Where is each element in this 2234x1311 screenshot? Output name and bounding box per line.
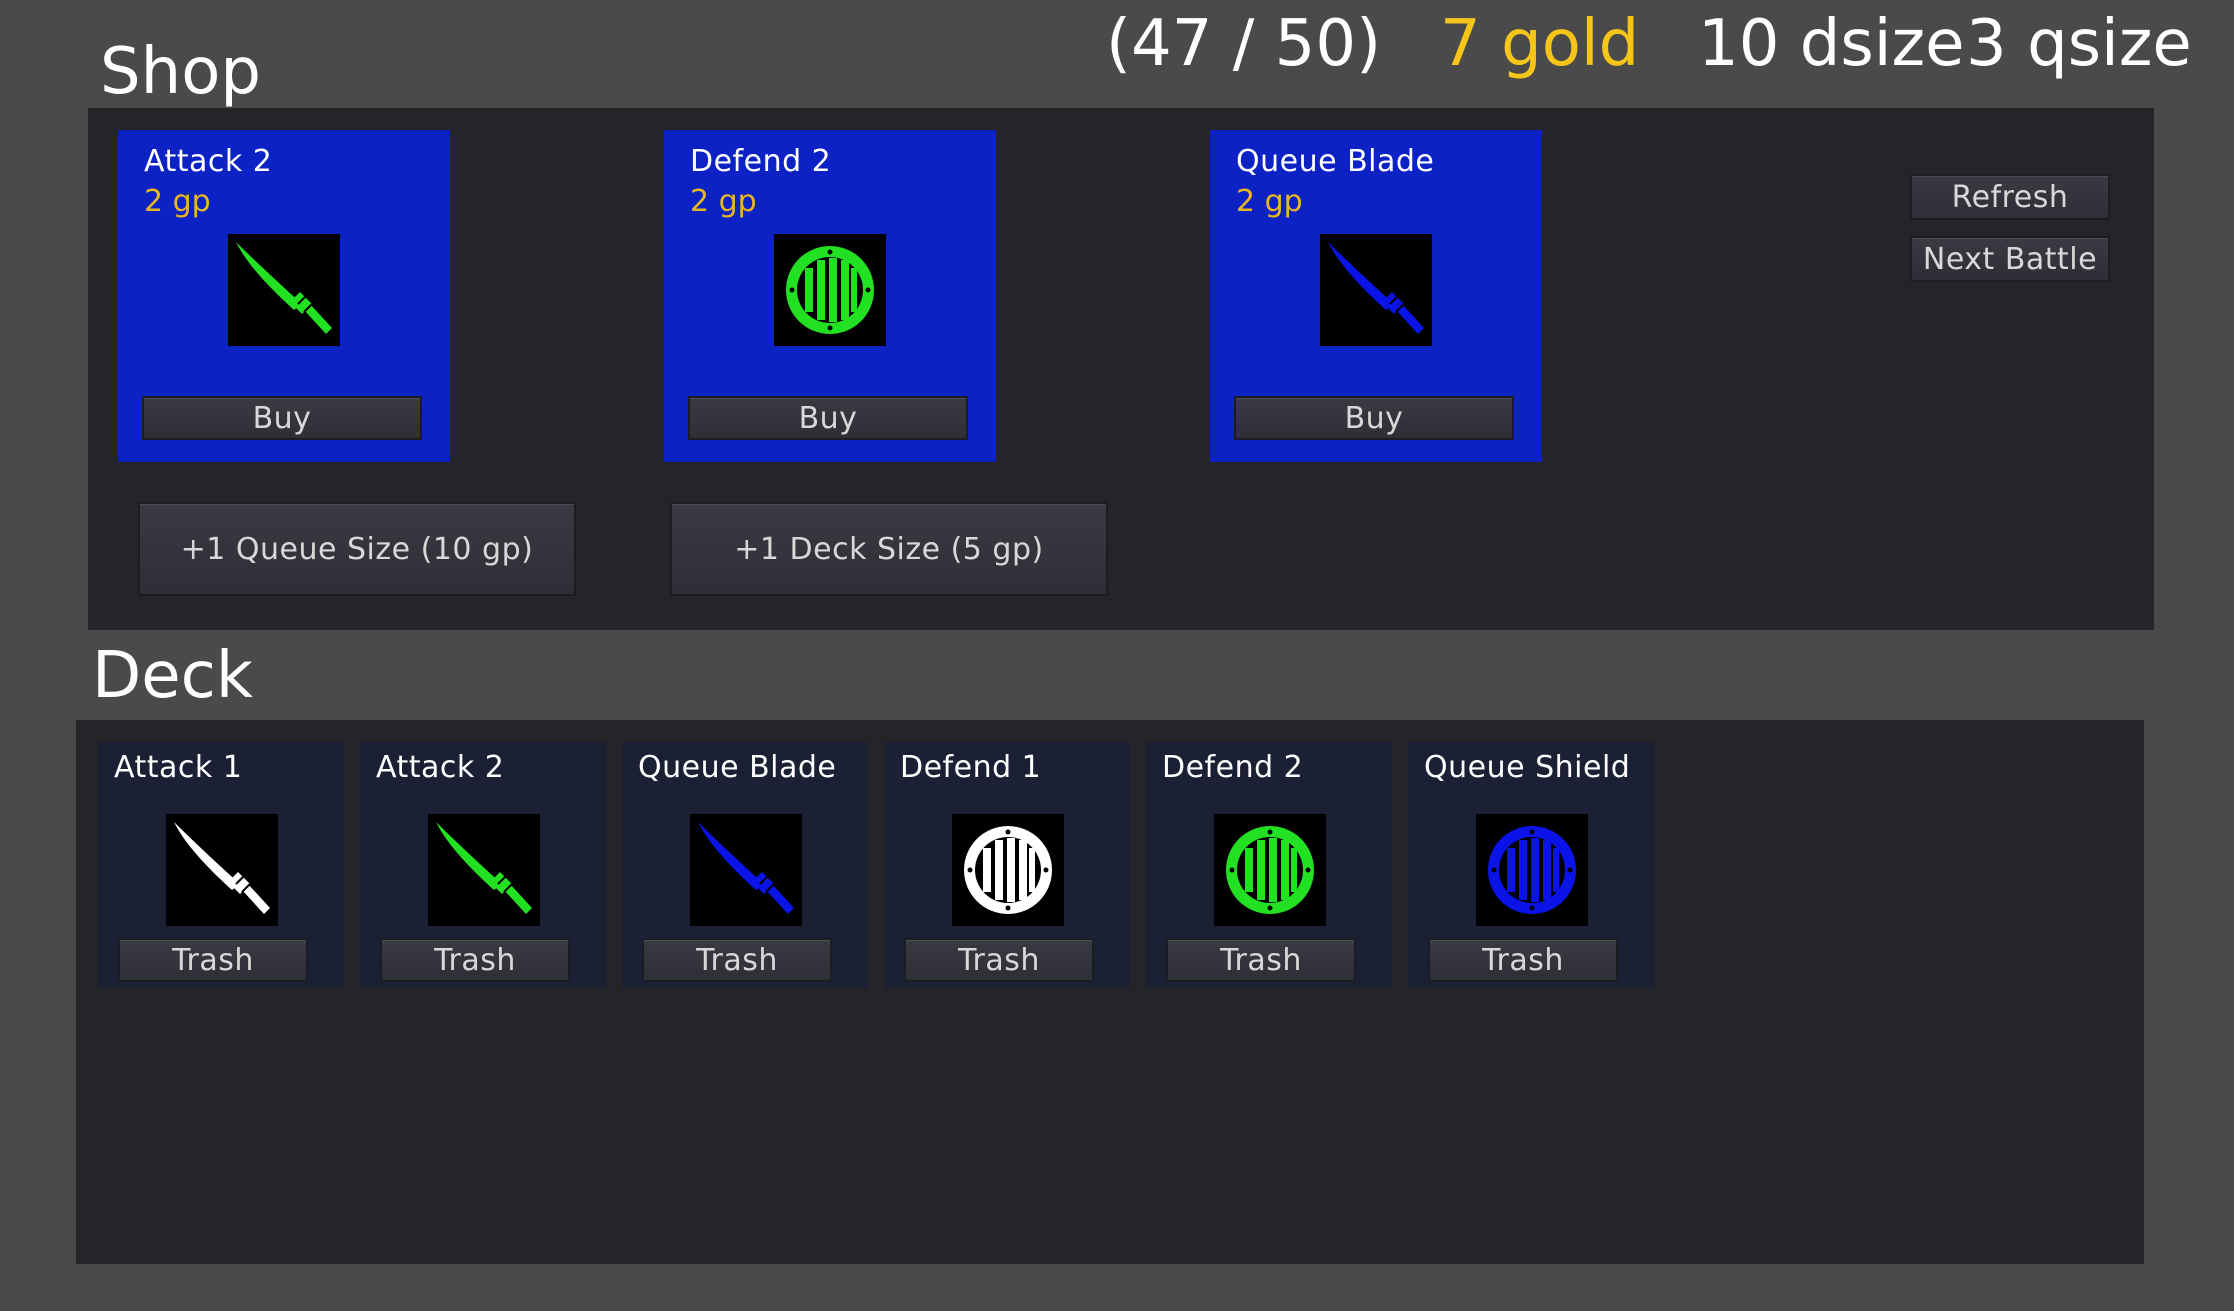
trash-button-label: Trash (1220, 942, 1302, 978)
trash-button-label: Trash (1482, 942, 1564, 978)
trash-button-label: Trash (958, 942, 1040, 978)
next-battle-button-label: Next Battle (1922, 241, 2098, 277)
trash-button[interactable]: Trash (1166, 938, 1356, 982)
sword-icon (690, 814, 802, 926)
deck-size-upgrade-label: +1 Deck Size (5 gp) (734, 531, 1044, 567)
shield-icon (1214, 814, 1326, 926)
shop-card-name: Attack 2 (144, 144, 273, 179)
trash-button[interactable]: Trash (118, 938, 308, 982)
buy-button[interactable]: Buy (688, 396, 968, 440)
deck-card-attack-2: Attack 2 Trash (360, 742, 606, 988)
refresh-button-label: Refresh (1951, 179, 2069, 215)
shop-card-price: 2 gp (144, 184, 211, 219)
next-battle-button[interactable]: Next Battle (1910, 236, 2110, 282)
deck-card-defend-2: Defend 2 Trash (1146, 742, 1392, 988)
shield-icon (1476, 814, 1588, 926)
trash-button-label: Trash (434, 942, 516, 978)
refresh-button[interactable]: Refresh (1910, 174, 2110, 220)
sword-icon (166, 814, 278, 926)
gold-counter: 7 gold (1440, 7, 1640, 81)
deck-card-name: Attack 2 (376, 750, 505, 785)
trash-button[interactable]: Trash (904, 938, 1094, 982)
shop-card-name: Queue Blade (1236, 144, 1435, 179)
deck-card-queue-blade: Queue Blade Trash (622, 742, 868, 988)
shop-title: Shop (100, 35, 261, 109)
shop-card-name: Defend 2 (690, 144, 832, 179)
trash-button-label: Trash (172, 942, 254, 978)
deck-card-name: Attack 1 (114, 750, 243, 785)
buy-button-label: Buy (798, 400, 858, 436)
buy-button[interactable]: Buy (142, 396, 422, 440)
score-progress: (47 / 50) (1106, 7, 1382, 81)
queue-size-upgrade-button[interactable]: +1 Queue Size (10 gp) (138, 502, 576, 596)
deck-card-name: Defend 2 (1162, 750, 1304, 785)
deck-card-name: Defend 1 (900, 750, 1042, 785)
trash-button-label: Trash (696, 942, 778, 978)
deck-card-name: Queue Shield (1424, 750, 1631, 785)
shop-card-price: 2 gp (690, 184, 757, 219)
trash-button[interactable]: Trash (642, 938, 832, 982)
deck-card-queue-shield: Queue Shield Trash (1408, 742, 1654, 988)
shop-card-queue-blade: Queue Blade 2 gp Buy (1210, 130, 1542, 462)
deck-card-attack-1: Attack 1 Trash (98, 742, 344, 988)
shop-panel: Attack 2 2 gp Buy Defend 2 2 gp Buy Queu… (88, 108, 2154, 630)
deck-card-name: Queue Blade (638, 750, 837, 785)
buy-button-label: Buy (1344, 400, 1404, 436)
buy-button[interactable]: Buy (1234, 396, 1514, 440)
shop-card-defend-2: Defend 2 2 gp Buy (664, 130, 996, 462)
sword-icon (428, 814, 540, 926)
buy-button-label: Buy (252, 400, 312, 436)
trash-button[interactable]: Trash (1428, 938, 1618, 982)
sword-icon (228, 234, 340, 346)
shop-card-price: 2 gp (1236, 184, 1303, 219)
shield-icon (774, 234, 886, 346)
deck-panel: Attack 1 Trash Attack 2 Trash Queue Blad… (76, 720, 2144, 1264)
trash-button[interactable]: Trash (380, 938, 570, 982)
sword-icon (1320, 234, 1432, 346)
queue-size-counter: 3 qsize (1966, 7, 2192, 81)
deck-title: Deck (92, 639, 253, 713)
shop-card-attack-2: Attack 2 2 gp Buy (118, 130, 450, 462)
deck-size-upgrade-button[interactable]: +1 Deck Size (5 gp) (670, 502, 1108, 596)
deck-card-defend-1: Defend 1 Trash (884, 742, 1130, 988)
shield-icon (952, 814, 1064, 926)
deck-size-counter: 10 dsize (1698, 7, 1965, 81)
queue-size-upgrade-label: +1 Queue Size (10 gp) (180, 531, 534, 567)
